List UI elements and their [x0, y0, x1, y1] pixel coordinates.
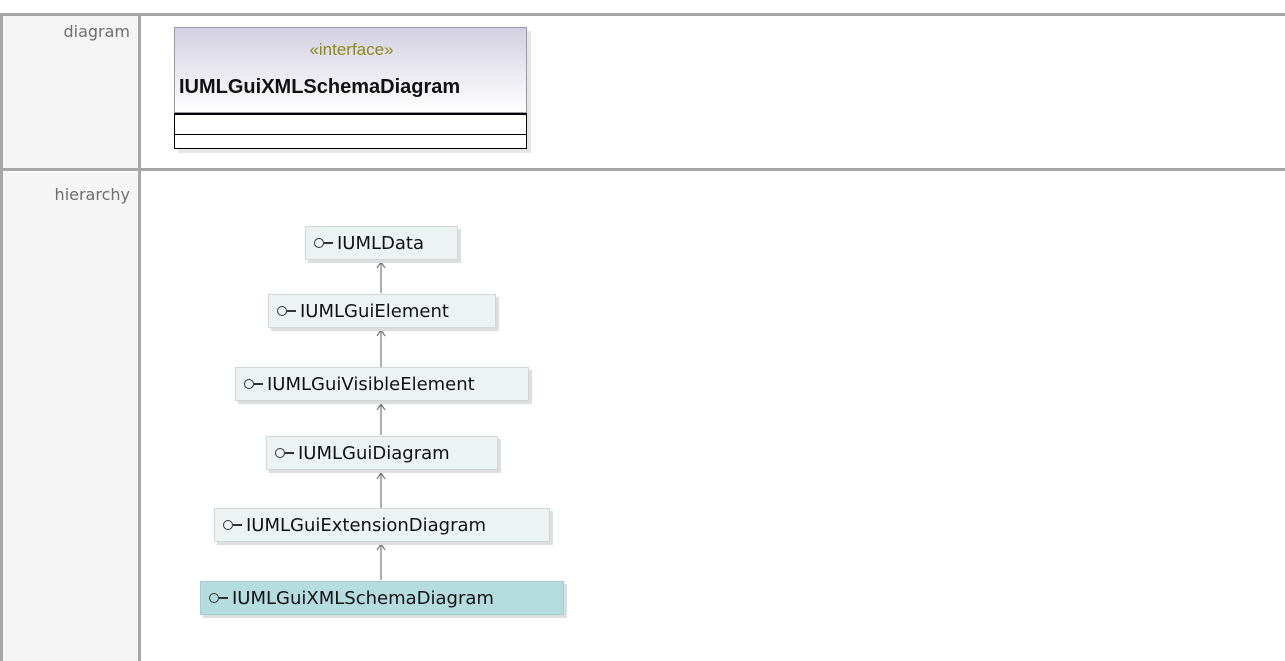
interface-lollipop-icon [209, 593, 228, 603]
hierarchy-node-iumlguidiagram[interactable]: IUMLGuiDiagram [266, 436, 498, 470]
hierarchy-node-iumlguivisibleelement[interactable]: IUMLGuiVisibleElement [235, 367, 529, 401]
hierarchy-node-iumlguielement[interactable]: IUMLGuiElement [268, 294, 496, 328]
hierarchy-node-label: IUMLGuiDiagram [298, 442, 450, 464]
hierarchy-node-label: IUMLGuiVisibleElement [267, 373, 475, 395]
hierarchy-node-label: IUMLGuiExtensionDiagram [246, 514, 487, 536]
hierarchy-node-label: IUMLGuiElement [300, 300, 449, 322]
hierarchy-node-iumlguiextensiondiagram[interactable]: IUMLGuiExtensionDiagram [214, 508, 550, 542]
interface-lollipop-icon [223, 520, 242, 530]
interface-lollipop-icon [275, 448, 294, 458]
hierarchy-node-label: IUMLData [337, 232, 425, 254]
interface-lollipop-icon [244, 379, 263, 389]
interface-lollipop-icon [314, 238, 333, 248]
documentation-page: diagram hierarchy «interface» IUMLGuiXML… [0, 0, 1285, 661]
interface-lollipop-icon [277, 306, 296, 316]
hierarchy-node-current-iumlguixmlschemadiagram[interactable]: IUMLGuiXMLSchemaDiagram [200, 581, 564, 615]
hierarchy-arrows [376, 260, 386, 580]
hierarchy-node-iumldata[interactable]: IUMLData [305, 226, 458, 260]
hierarchy-node-label: IUMLGuiXMLSchemaDiagram [232, 587, 494, 609]
